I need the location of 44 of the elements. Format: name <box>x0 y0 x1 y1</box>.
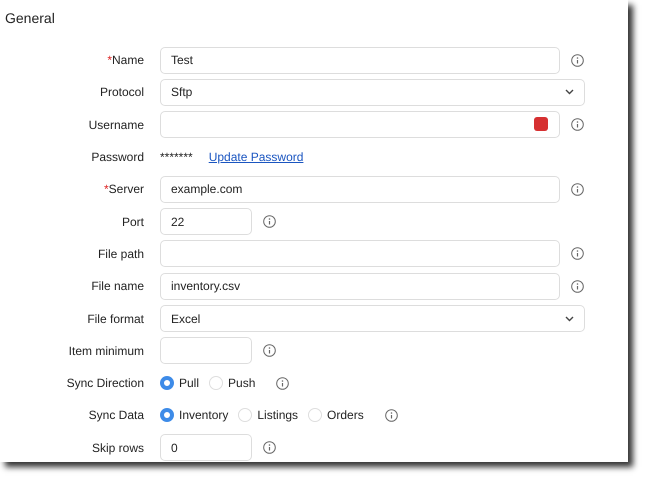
radio-option[interactable]: Listings <box>238 406 298 424</box>
info-icon[interactable] <box>571 118 584 132</box>
dropdown[interactable]: Excel <box>160 305 585 332</box>
text-field[interactable] <box>160 240 560 268</box>
info-icon[interactable] <box>263 344 276 358</box>
field-label: Sync Direction <box>66 375 144 392</box>
text-field[interactable]: 0 <box>160 434 252 462</box>
info-icon[interactable] <box>571 182 584 196</box>
text-field[interactable]: inventory.csv <box>160 272 560 300</box>
text-field[interactable]: Test <box>160 46 560 74</box>
field-label: Password <box>90 149 144 166</box>
dropdown[interactable]: Sftp <box>160 78 585 106</box>
chevron-icon <box>565 89 574 96</box>
text-field[interactable]: 22 <box>160 208 252 236</box>
field-label: Item minimum <box>68 342 144 360</box>
field-label: File name <box>90 278 144 296</box>
info-icon[interactable] <box>384 408 398 422</box>
radio-option[interactable]: Pull <box>160 374 200 392</box>
field-label: Sync Data <box>88 407 144 424</box>
text-field[interactable]: example.com <box>160 176 560 203</box>
field-label: Username <box>88 116 144 134</box>
field-label: Port <box>120 214 144 231</box>
field-label: Protocol <box>98 84 144 102</box>
field-label: Skip rows <box>90 440 144 457</box>
update-password-link[interactable]: Update Password <box>208 148 304 166</box>
text-field[interactable] <box>160 337 252 364</box>
info-icon[interactable] <box>571 280 584 293</box>
info-icon[interactable] <box>263 215 276 228</box>
password-value: ******* <box>160 149 193 166</box>
info-icon[interactable] <box>263 441 276 454</box>
info-icon[interactable] <box>571 247 584 260</box>
chevron-icon <box>565 316 574 322</box>
password-manager-icon[interactable] <box>534 117 548 132</box>
field-label: File path <box>96 246 144 263</box>
radio-option[interactable]: Orders <box>308 406 364 424</box>
info-icon[interactable] <box>276 376 290 390</box>
section-title: General <box>5 9 56 28</box>
field-label: *Server <box>102 181 144 198</box>
field-label: *Name <box>106 52 144 70</box>
info-icon[interactable] <box>571 54 584 67</box>
radio-option[interactable]: Push <box>209 374 256 392</box>
field-label: File format <box>86 310 144 328</box>
radio-option[interactable]: Inventory <box>160 406 228 424</box>
text-field[interactable] <box>160 111 560 138</box>
